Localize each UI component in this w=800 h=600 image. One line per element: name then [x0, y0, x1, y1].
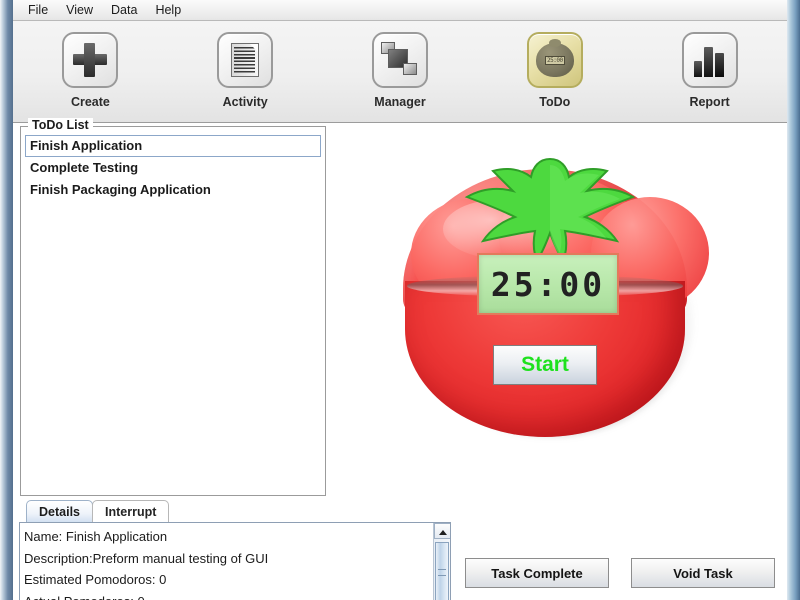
application-client-area: File View Data Help Create Activity Mana…	[13, 0, 787, 600]
list-item[interactable]: Finish Application	[25, 135, 321, 157]
toolbar: Create Activity Manager 25:00 ToDo Repor…	[13, 21, 787, 123]
bar-chart-icon	[681, 32, 738, 88]
toolbar-label-create: Create	[70, 95, 110, 109]
window-border-right	[787, 0, 800, 600]
start-button-label: Start	[521, 353, 569, 376]
tomato-icon-lcd: 25:00	[544, 55, 565, 65]
tomato-timer-icon: 25:00	[526, 32, 583, 88]
details-scrollbar[interactable]	[433, 523, 450, 600]
menu-item-file[interactable]: File	[20, 1, 58, 20]
tomato-timer-glyph: 25:00	[535, 39, 574, 77]
action-button-bar: Task Complete Void Task	[465, 558, 775, 590]
todo-list-legend: ToDo List	[28, 118, 93, 132]
document-icon	[217, 32, 274, 88]
todo-list-group: ToDo List Finish Application Complete Te…	[20, 118, 326, 496]
todo-list[interactable]: Finish Application Complete Testing Fini…	[25, 135, 321, 491]
tab-details[interactable]: Details	[26, 500, 93, 524]
toolbar-button-todo[interactable]: 25:00 ToDo	[477, 32, 632, 109]
toolbar-button-activity[interactable]: Activity	[168, 32, 323, 109]
task-complete-button[interactable]: Task Complete	[465, 558, 609, 588]
scrollbar-thumb[interactable]	[435, 542, 449, 600]
timer-display-value: 25:00	[490, 264, 606, 304]
toolbar-label-activity: Activity	[222, 95, 268, 109]
details-text-content: Name: Finish Application Description:Pre…	[24, 529, 269, 600]
toolbar-label-manager: Manager	[374, 95, 426, 109]
menu-item-data[interactable]: Data	[103, 1, 147, 20]
toolbar-button-manager[interactable]: Manager	[323, 32, 478, 109]
toolbar-label-todo: ToDo	[539, 95, 571, 109]
windows-icon	[371, 32, 428, 88]
toolbar-button-create[interactable]: Create	[13, 32, 168, 109]
tabs-container: Details Interrupt	[20, 500, 326, 524]
void-task-button[interactable]: Void Task	[631, 558, 775, 588]
start-button[interactable]: Start	[493, 345, 597, 385]
scroll-up-arrow-icon[interactable]	[434, 523, 450, 539]
menu-item-help[interactable]: Help	[147, 1, 191, 20]
timer-panel: 25:00 Start	[333, 124, 787, 476]
tomato-timer-graphic: 25:00 Start	[385, 149, 709, 439]
tab-interrupt[interactable]: Interrupt	[92, 500, 170, 524]
document-glyph	[231, 43, 260, 77]
window-border-left	[0, 0, 13, 600]
main-content: 25:00 Start ToDo List Finish Application…	[13, 118, 787, 600]
list-item[interactable]: Finish Packaging Application	[25, 179, 321, 201]
timer-display: 25:00	[477, 253, 619, 315]
plus-icon	[62, 32, 119, 88]
windows-glyph	[380, 42, 419, 78]
tab-strip: Details Interrupt	[20, 500, 326, 524]
list-item[interactable]: Complete Testing	[25, 157, 321, 179]
menu-bar: File View Data Help	[13, 0, 787, 21]
menu-item-view[interactable]: View	[58, 1, 103, 20]
toolbar-label-report: Report	[689, 95, 730, 109]
toolbar-button-report[interactable]: Report	[632, 32, 787, 109]
tomato-leaf-icon	[457, 155, 643, 263]
details-textarea[interactable]: Name: Finish Application Description:Pre…	[19, 522, 451, 600]
bar-chart-glyph	[692, 43, 728, 77]
window-frame: File View Data Help Create Activity Mana…	[0, 0, 800, 600]
